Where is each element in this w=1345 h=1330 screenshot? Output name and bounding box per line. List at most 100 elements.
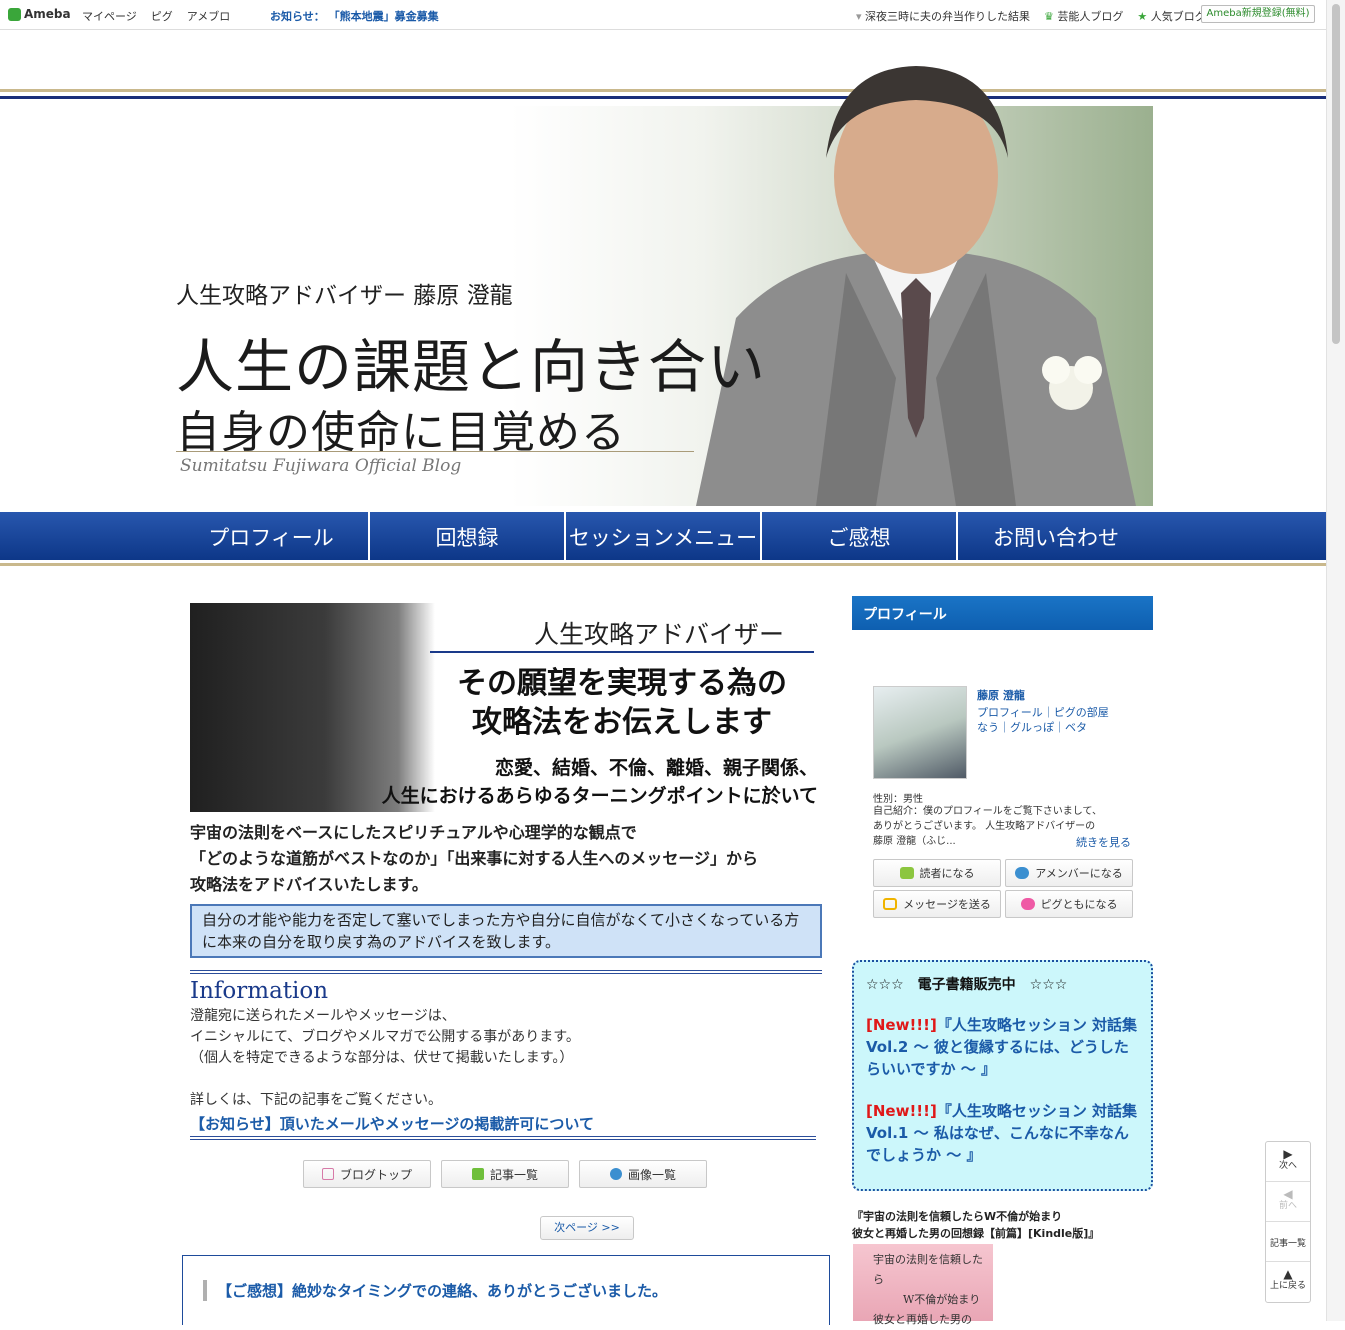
star-icon: ★ xyxy=(1137,10,1151,23)
document-icon xyxy=(321,1168,334,1180)
hero-headline-1: 人生の課題と向き合い xyxy=(176,333,767,401)
banner-line-4: 恋愛、結婚、不倫、離婚、親子関係、 xyxy=(494,757,818,779)
header-link-ameblo[interactable]: アメブロ xyxy=(187,8,230,24)
chat-icon xyxy=(1015,867,1030,879)
info-line: （個人を特定できるような部分は、伏せて掲載いたします。） xyxy=(190,1050,574,1066)
blog-header-banner: 人生攻略アドバイザー 藤原 澄龍 人生の課題と向き合い 自身の使命に目覚める S… xyxy=(0,66,1326,506)
scrollbar-thumb[interactable] xyxy=(1332,4,1340,344)
article-title-link[interactable]: 【ご感想】絶妙なタイミングでの連絡、ありがとうございました。 xyxy=(203,1280,667,1301)
hero-tagline: 人生攻略アドバイザー 藤原 澄龍 xyxy=(176,283,513,309)
header-link-mypage[interactable]: マイページ xyxy=(82,8,137,24)
next-page-button[interactable]: 次ページ >> xyxy=(540,1216,634,1240)
hero-divider xyxy=(176,451,694,452)
pager-prev-label: 前へ xyxy=(1278,1201,1297,1211)
scrollbar[interactable] xyxy=(1326,0,1345,1321)
celebrity-label: 芸能人ブログ xyxy=(1057,10,1124,23)
profile-gender: 性別：男性 xyxy=(873,794,923,805)
pager-entry-list[interactable]: 記事一覧 xyxy=(1266,1222,1310,1262)
register-button[interactable]: Ameba新規登録(無料) xyxy=(1201,5,1315,23)
back-icon: ◀ xyxy=(1283,1187,1293,1201)
info-line: イニシャルにて、ブログやメルマガで公開する事があります。 xyxy=(190,1029,580,1045)
global-nav: プロフィール 回想録 セッションメニュー ご感想 お問い合わせ xyxy=(0,512,1326,560)
advisor-banner[interactable]: 人生攻略アドバイザー その願望を実現する為の 攻略法をお伝えします 恋愛、結婚、… xyxy=(190,603,822,812)
list-icon xyxy=(471,1168,484,1180)
notice-link[interactable]: 「熊本地震」募金募集 xyxy=(329,10,439,23)
profile-widget: 藤原 澄龍 プロフィール｜ピグの部屋 なう｜グルっぽ｜ベタ 性別：男性 自己紹介… xyxy=(852,630,1153,930)
banner-line-2: その願望を実現する為の xyxy=(457,666,787,701)
hero-subtitle: Sumitatsu Fujiwara Official Blog xyxy=(180,456,462,476)
mail-icon xyxy=(883,898,898,910)
follow-reader-button[interactable]: 読者になる xyxy=(873,859,1001,887)
amember-label: アメンバーになる xyxy=(1035,867,1123,880)
featured-label: 深夜三時に夫の弁当作りした結果 xyxy=(865,10,1031,23)
nav-rule-gold xyxy=(0,563,1326,566)
entry-list-button[interactable]: 記事一覧 xyxy=(441,1160,569,1188)
information-body: 澄龍宛に送られたメールやメッセージは、 イニシャルにて、ブログやメルマガで公開す… xyxy=(190,1006,822,1111)
send-message-label: メッセージを送る xyxy=(903,898,991,911)
profile-name[interactable]: 藤原 澄龍 xyxy=(977,687,1025,703)
nav-contact[interactable]: お問い合わせ xyxy=(958,512,1154,560)
banner-rule xyxy=(430,651,814,653)
new-badge: [New!!!] xyxy=(866,1016,937,1034)
ebook-link-vol2[interactable]: [New!!!]『人生攻略セッション 対話集 Vol.2 〜 彼と復縁するには、… xyxy=(866,1014,1139,1080)
info-line: 詳しくは、下記の記事をご覧ください。 xyxy=(190,1092,442,1108)
play-icon: ▶ xyxy=(1283,1147,1293,1161)
header-nav: マイページ ピグ アメブロ xyxy=(82,8,230,24)
pager-list-label: 記事一覧 xyxy=(1269,1239,1306,1249)
main-column: 人生攻略アドバイザー その願望を実現する為の 攻略法をお伝えします 恋愛、結婚、… xyxy=(190,603,822,1240)
info-line: 澄龍宛に送られたメールやメッセージは、 xyxy=(190,1008,456,1024)
pager-prev[interactable]: ◀ 前へ xyxy=(1266,1182,1310,1222)
ebook-heading: ☆☆☆ 電子書籍販売中 ☆☆☆ xyxy=(866,977,1068,993)
camera-icon xyxy=(609,1168,622,1180)
profile-avatar[interactable] xyxy=(873,686,967,779)
banner-line-5: 人生におけるあらゆるターニングポイントに於いて xyxy=(381,785,818,807)
header-link-pigg[interactable]: ピグ xyxy=(151,8,173,24)
new-badge: [New!!!] xyxy=(866,1102,937,1120)
information-link[interactable]: 【お知らせ】頂いたメールやメッセージの掲載許可について xyxy=(190,1113,822,1134)
profile-links-row-1[interactable]: プロフィール｜ピグの部屋 xyxy=(977,705,1147,720)
ameba-logo[interactable]: Ameba xyxy=(8,7,71,21)
send-message-button[interactable]: メッセージを送る xyxy=(873,890,1001,918)
banner-heading: 人生攻略アドバイザー xyxy=(534,620,785,649)
pager-top-label: 上に戻る xyxy=(1269,1281,1306,1291)
cover-text-line: 彼女と再婚した男の xyxy=(873,1313,972,1326)
book-icon xyxy=(899,867,914,879)
info-line xyxy=(190,1069,822,1090)
pager-top[interactable]: ▲ 上に戻る xyxy=(1266,1262,1310,1302)
nav-feedback[interactable]: ご感想 xyxy=(762,512,958,560)
blog-top-button[interactable]: ブログトップ xyxy=(303,1160,431,1188)
header-link-celebrity[interactable]: ♛ 芸能人ブログ xyxy=(1044,8,1123,24)
nav-session-menu[interactable]: セッションメニュー xyxy=(566,512,762,560)
image-list-button[interactable]: 画像一覧 xyxy=(579,1160,707,1188)
sidebar: プロフィール 藤原 澄龍 プロフィール｜ピグの部屋 なう｜グルっぽ｜ベタ 性別：… xyxy=(852,596,1153,930)
pigg-friend-label: ピグともになる xyxy=(1040,898,1118,911)
intro-line: 「どのような道筋がベストなのか」「出来事に対する人生へのメッセージ」から xyxy=(190,849,759,868)
crown-icon: ♛ xyxy=(1044,10,1058,23)
kindle-cover-image[interactable]: 宇宙の法則を信頼したら W不倫が始まり 彼女と再婚した男の xyxy=(853,1244,993,1326)
amember-button[interactable]: アメンバーになる xyxy=(1005,859,1133,887)
blog-tools: ブログトップ 記事一覧 画像一覧 xyxy=(303,1160,822,1188)
header-link-featured[interactable]: ▾ 深夜三時に夫の弁当作りした結果 xyxy=(856,8,1030,24)
floating-pager: ▶ 次へ ◀ 前へ 記事一覧 ▲ 上に戻る xyxy=(1265,1141,1311,1303)
nav-memoir[interactable]: 回想録 xyxy=(370,512,566,560)
profile-more-link[interactable]: 続きを見る xyxy=(1076,834,1131,850)
info-rule-bottom xyxy=(190,1136,816,1140)
pigg-friend-button[interactable]: ピグともになる xyxy=(1005,890,1133,918)
pager-next[interactable]: ▶ 次へ xyxy=(1266,1142,1310,1182)
image-list-label: 画像一覧 xyxy=(627,1167,676,1182)
nav-profile[interactable]: プロフィール xyxy=(174,512,370,560)
kindle-title-line: 彼女と再婚した男の回想録【前篇】[Kindle版]』 xyxy=(852,1227,1100,1240)
kindle-title-line: 『宇宙の法則を信頼したらW不倫が始まり xyxy=(852,1210,1063,1223)
intro-line: 攻略法をアドバイスいたします。 xyxy=(190,875,428,894)
profile-links-row-2[interactable]: なう｜グルっぽ｜ベタ xyxy=(977,720,1147,735)
ameba-logo-icon xyxy=(8,7,21,21)
ameba-logo-text: Ameba xyxy=(24,7,71,21)
pigg-icon xyxy=(1020,898,1035,910)
ebook-link-vol1[interactable]: [New!!!]『人生攻略セッション 対話集 Vol.1 〜 私はなぜ、こんなに… xyxy=(866,1100,1139,1166)
header-notice: お知らせ： 「熊本地震」募金募集 xyxy=(270,8,439,24)
header-link-popular[interactable]: ★ 人気ブログ xyxy=(1137,8,1205,24)
highlight-box: 自分の才能や能力を否定して塞いでしまった方や自分に自信がなくて小さくなっている方… xyxy=(190,904,822,958)
ameba-header-bar: Ameba マイページ ピグ アメブロ お知らせ： 「熊本地震」募金募集 ▾ 深… xyxy=(0,0,1326,30)
intro-text: 宇宙の法則をベースにしたスピリチュアルや心理学的な観点で 「どのような道筋がベス… xyxy=(190,820,822,898)
follow-reader-label: 読者になる xyxy=(919,867,975,880)
